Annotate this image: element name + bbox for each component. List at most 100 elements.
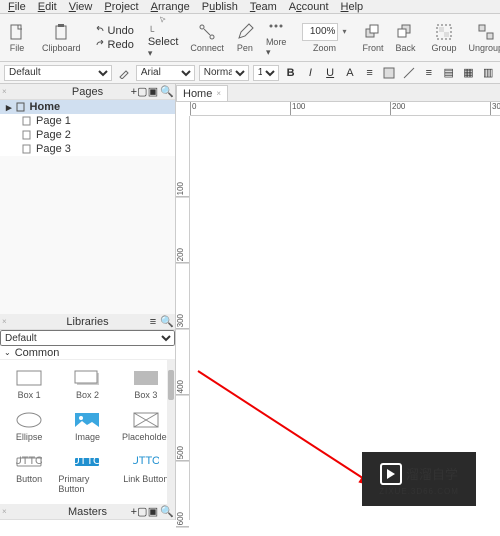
library-item[interactable]: Box 1 bbox=[0, 364, 58, 406]
page-tree: ▸ Home Page 1Page 2Page 3 bbox=[0, 100, 175, 156]
font-select[interactable]: Arial bbox=[136, 65, 195, 81]
menu-project[interactable]: Project bbox=[98, 0, 144, 13]
page-icon bbox=[16, 102, 26, 112]
masters-search-icon[interactable]: 🔍 bbox=[161, 506, 173, 518]
cursor-icon bbox=[154, 16, 172, 24]
left-panel: × Pages +▢ ▣ 🔍 ▸ Home Page 1Page 2Page 3… bbox=[0, 84, 176, 520]
menu-edit[interactable]: Edit bbox=[32, 0, 63, 13]
clipboard-icon bbox=[52, 23, 70, 41]
ruler-horizontal[interactable]: 0100200300400 bbox=[190, 102, 500, 116]
shape-preview: BUTTON bbox=[74, 454, 100, 470]
undo-button[interactable]: Undo bbox=[95, 25, 134, 37]
libraries-close-icon[interactable]: × bbox=[2, 317, 7, 326]
page-item[interactable]: Page 1 bbox=[0, 114, 175, 128]
shape-preview bbox=[16, 412, 42, 428]
menu-arrange[interactable]: Arrange bbox=[145, 0, 196, 13]
pages-close-icon[interactable]: × bbox=[2, 87, 7, 96]
library-item[interactable]: Box 2 bbox=[58, 364, 116, 406]
underline-button[interactable]: U bbox=[322, 65, 338, 81]
line-width-button[interactable]: ≡ bbox=[421, 65, 437, 81]
page-toggle-icon: ▸ bbox=[6, 101, 12, 114]
page-item[interactable]: Page 3 bbox=[0, 142, 175, 156]
shape-preview bbox=[16, 370, 42, 386]
shape-preview bbox=[74, 370, 100, 386]
shape-preview bbox=[133, 412, 159, 428]
libraries-panel-header: × Libraries ≡ 🔍 bbox=[0, 314, 175, 330]
back-button[interactable]: Back bbox=[389, 14, 421, 61]
menu-help[interactable]: Help bbox=[335, 0, 370, 13]
add-page-icon[interactable]: +▢ bbox=[133, 86, 145, 98]
bold-button[interactable]: B bbox=[283, 65, 299, 81]
page-item[interactable]: Page 2 bbox=[0, 128, 175, 142]
add-master-folder-icon[interactable]: ▣ bbox=[147, 506, 159, 518]
canvas-area: Home × 0100200300400 100200300400500600 bbox=[176, 84, 500, 520]
library-item[interactable]: BUTTONPrimary Button bbox=[58, 448, 116, 500]
italic-button[interactable]: I bbox=[303, 65, 319, 81]
menu-team[interactable]: Team bbox=[244, 0, 283, 13]
style-select[interactable]: Default bbox=[4, 65, 112, 81]
shape-preview: BUTTON bbox=[133, 454, 159, 470]
front-button[interactable]: Front bbox=[356, 14, 389, 61]
align-right-button[interactable]: ▥ bbox=[480, 65, 496, 81]
clipboard-group[interactable]: Clipboard bbox=[36, 14, 87, 61]
line-color-button[interactable] bbox=[401, 65, 417, 81]
file-group[interactable]: File bbox=[2, 14, 32, 61]
fill-color-button[interactable] bbox=[382, 65, 398, 81]
bullet-list-button[interactable]: ≡ bbox=[362, 65, 378, 81]
font-size-select[interactable]: 13 bbox=[253, 65, 279, 81]
add-folder-icon[interactable]: ▣ bbox=[147, 86, 159, 98]
menu-file[interactable]: File bbox=[2, 0, 32, 13]
format-toolbar: Default Arial Normal 13 B I U A ≡ ≡ ▤ ▦ … bbox=[0, 62, 500, 84]
tab-close-icon[interactable]: × bbox=[216, 89, 221, 98]
library-item[interactable]: Ellipse bbox=[0, 406, 58, 448]
page-tab-bar: Home × bbox=[176, 84, 500, 102]
more-icon bbox=[267, 17, 285, 35]
align-center-button[interactable]: ▦ bbox=[461, 65, 477, 81]
shape-preview bbox=[74, 412, 100, 428]
ruler-vertical[interactable]: 100200300400500600 bbox=[176, 116, 190, 520]
pen-tool[interactable]: Pen bbox=[230, 14, 260, 61]
chevron-down-icon: ⌄ bbox=[4, 348, 11, 357]
style-paint-icon[interactable] bbox=[116, 65, 132, 81]
font-weight-select[interactable]: Normal bbox=[199, 65, 249, 81]
canvas[interactable] bbox=[190, 116, 500, 520]
page-tab-home[interactable]: Home × bbox=[176, 85, 228, 101]
align-left-button[interactable]: ▤ bbox=[441, 65, 457, 81]
masters-panel-header: × Masters +▢ ▣ 🔍 bbox=[0, 504, 175, 520]
library-scrollbar[interactable] bbox=[167, 360, 175, 504]
libraries-search-icon[interactable]: 🔍 bbox=[161, 316, 173, 328]
svg-text:BUTTON: BUTTON bbox=[133, 455, 159, 467]
select-tool[interactable]: └ Select ▾ bbox=[142, 14, 185, 61]
zoom-dropdown[interactable]: ▾ bbox=[342, 27, 346, 36]
ungroup-icon bbox=[477, 23, 495, 41]
libraries-menu-icon[interactable]: ≡ bbox=[147, 316, 159, 328]
library-item[interactable]: BUTTONButton bbox=[0, 448, 58, 500]
page-icon bbox=[22, 130, 32, 140]
page-icon bbox=[22, 144, 32, 154]
text-color-button[interactable]: A bbox=[342, 65, 358, 81]
library-grid: Box 1Box 2Box 3EllipseImagePlaceholderBU… bbox=[0, 360, 175, 504]
search-pages-icon[interactable]: 🔍 bbox=[161, 86, 173, 98]
svg-text:BUTTON: BUTTON bbox=[74, 455, 100, 467]
library-select[interactable]: Default bbox=[0, 330, 175, 346]
more-tool[interactable]: More ▾ bbox=[260, 14, 293, 61]
group-button[interactable]: Group bbox=[426, 14, 463, 61]
main-toolbar: File Clipboard Undo Redo └ Select ▾ Conn… bbox=[0, 14, 500, 62]
menu-view[interactable]: View bbox=[63, 0, 99, 13]
masters-close-icon[interactable]: × bbox=[2, 507, 7, 516]
menu-account[interactable]: Account bbox=[283, 0, 335, 13]
library-item[interactable]: Image bbox=[58, 406, 116, 448]
undo-redo-group: Undo Redo bbox=[91, 23, 138, 53]
zoom-input[interactable] bbox=[302, 23, 338, 41]
ungroup-button[interactable]: Ungroup bbox=[463, 14, 500, 61]
menu-publish[interactable]: Publish bbox=[196, 0, 244, 13]
connect-tool[interactable]: Connect bbox=[184, 14, 230, 61]
library-category[interactable]: ⌄ Common bbox=[0, 346, 175, 360]
page-home[interactable]: ▸ Home bbox=[0, 100, 175, 114]
front-icon bbox=[364, 23, 382, 41]
shape-preview: BUTTON bbox=[16, 454, 42, 470]
group-icon bbox=[435, 23, 453, 41]
add-master-icon[interactable]: +▢ bbox=[133, 506, 145, 518]
redo-button[interactable]: Redo bbox=[95, 39, 134, 51]
file-icon bbox=[8, 23, 26, 41]
